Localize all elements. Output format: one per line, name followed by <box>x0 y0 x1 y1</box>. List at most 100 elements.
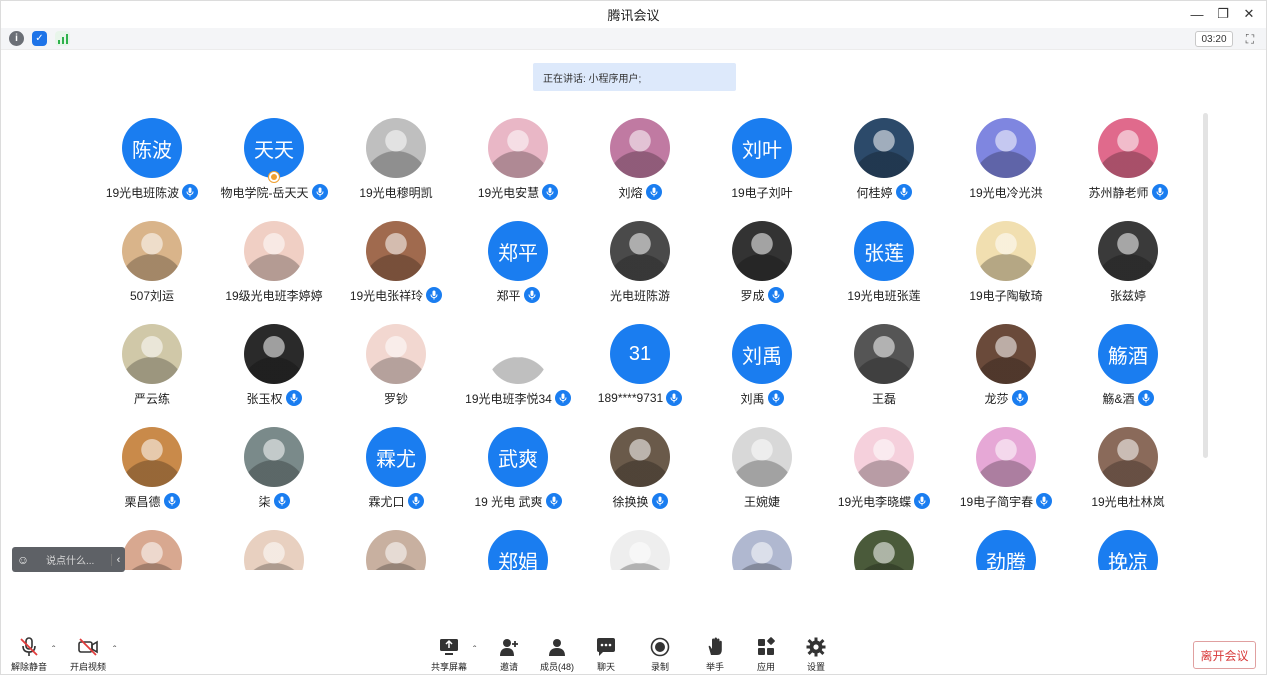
chevron-up-icon[interactable]: ˆ <box>52 645 55 656</box>
participant-tile[interactable] <box>579 523 701 570</box>
participant-tile[interactable]: 严云练 <box>91 317 213 420</box>
participant-tile[interactable]: 罗成 <box>701 214 823 317</box>
participant-tile[interactable]: 武爽 19 光电 武爽 <box>457 420 579 523</box>
avatar <box>610 530 670 570</box>
participant-tile[interactable]: 507刘运 <box>91 214 213 317</box>
participant-tile[interactable]: 苏州静老师 <box>1067 111 1181 214</box>
participant-tile[interactable]: 刘叶 19电子刘叶 <box>701 111 823 214</box>
restore-icon[interactable]: ❐ <box>1212 4 1234 24</box>
participant-tile[interactable] <box>701 523 823 570</box>
participant-name: 19电子简宇春 <box>959 494 1034 509</box>
avatar <box>122 221 182 281</box>
avatar <box>854 118 914 178</box>
participant-tile[interactable]: 19光电班李悦34 <box>457 317 579 420</box>
participant-name: 19 光电 武爽 <box>474 494 543 509</box>
share-screen-label: 共享屏幕 <box>430 662 467 672</box>
participant-tile[interactable]: 挽凉 <box>1067 523 1181 570</box>
chat-placeholder: 说点什么... <box>46 556 95 567</box>
participant-name-row: 徐换换 <box>579 492 701 510</box>
participant-name-row: 19光电穆明凯 <box>335 183 457 201</box>
participant-tile[interactable]: 刘熔 <box>579 111 701 214</box>
participant-tile[interactable]: 19电子陶敏琦 <box>945 214 1067 317</box>
participant-tile[interactable]: 张玉权 <box>213 317 335 420</box>
chevron-up-icon[interactable]: ˆ <box>113 645 116 656</box>
participant-tile[interactable]: 天天 物电学院-岳天天 <box>213 111 335 214</box>
participant-name: 19光电安慧 <box>477 185 540 200</box>
participant-tile[interactable]: 郑平 郑平 <box>457 214 579 317</box>
raise-hand-button[interactable]: 举手 <box>690 637 740 673</box>
share-screen-button[interactable]: 共享屏幕 <box>424 637 474 673</box>
participant-tile[interactable]: 劲腾 <box>945 523 1067 570</box>
apps-button[interactable]: 应用 <box>741 637 791 673</box>
avatar <box>976 324 1036 384</box>
participant-name: 刘禹 <box>740 391 765 406</box>
chevron-left-icon[interactable]: ‹ <box>111 553 125 566</box>
participant-tile[interactable]: 19光电穆明凯 <box>335 111 457 214</box>
emoji-icon[interactable]: ☺ <box>12 553 34 567</box>
participant-name: 19光电班李悦34 <box>465 391 552 406</box>
participant-tile[interactable]: 19光电安慧 <box>457 111 579 214</box>
avatar: 刘叶 <box>732 118 792 178</box>
participant-tile[interactable]: 王磊 <box>823 317 945 420</box>
participant-tile[interactable]: 刘禹 刘禹 <box>701 317 823 420</box>
minimize-icon[interactable]: — <box>1186 4 1208 24</box>
mic-icon <box>273 493 290 509</box>
invite-button[interactable]: 邀请 <box>484 637 534 673</box>
members-icon <box>549 639 565 656</box>
participant-tile[interactable]: 19级光电班李婷婷 <box>213 214 335 317</box>
close-icon[interactable]: ✕ <box>1238 4 1260 24</box>
start-video-label: 开启视频 <box>69 662 106 672</box>
avatar <box>366 118 426 178</box>
participant-name-row: 19电子刘叶 <box>701 183 823 201</box>
participant-tile[interactable]: 19光电冷光洪 <box>945 111 1067 214</box>
grid-scrollbar[interactable] <box>1203 113 1208 458</box>
participant-tile[interactable]: 张莲 19光电班张莲 <box>823 214 945 317</box>
participant-tile[interactable]: 觞酒 觞&酒 <box>1067 317 1181 420</box>
avatar <box>122 530 182 570</box>
participant-tile[interactable]: 19光电杜林岚 <box>1067 420 1181 523</box>
fullscreen-icon[interactable]: ⛶ <box>1242 31 1258 47</box>
participant-tile[interactable]: 张兹婷 <box>1067 214 1181 317</box>
signal-icon[interactable] <box>55 31 70 46</box>
avatar: 张莲 <box>854 221 914 281</box>
participant-tile[interactable]: 19光电李晓蝶 <box>823 420 945 523</box>
record-button[interactable]: 录制 <box>635 637 685 673</box>
chat-button[interactable]: 聊天 <box>581 637 631 673</box>
shield-icon[interactable]: ✓ <box>32 31 47 46</box>
participant-tile[interactable]: 光电班陈游 <box>579 214 701 317</box>
avatar: 劲腾 <box>976 530 1036 570</box>
settings-button[interactable]: 设置 <box>791 637 841 673</box>
info-icon[interactable]: i <box>9 31 24 46</box>
participant-tile[interactable]: 栗昌德 <box>91 420 213 523</box>
participant-tile[interactable]: 罗钞 <box>335 317 457 420</box>
video-off-icon <box>78 638 98 656</box>
participant-tile[interactable]: 19光电张祥玲 <box>335 214 457 317</box>
mic-icon <box>285 390 302 406</box>
avatar <box>610 118 670 178</box>
participant-tile[interactable]: 郑娟 <box>457 523 579 570</box>
leave-meeting-button[interactable]: 离开会议 <box>1193 641 1256 669</box>
participant-tile[interactable]: 霖尤 霖尤口 <box>335 420 457 523</box>
participant-name-row: 霖尤口 <box>335 492 457 510</box>
start-video-button[interactable]: 开启视频 <box>63 637 113 673</box>
window-controls: — ❐ ✕ <box>1186 4 1260 24</box>
participant-tile[interactable]: 何桂婷 <box>823 111 945 214</box>
participant-tile[interactable] <box>213 523 335 570</box>
unmute-button[interactable]: 解除静音 <box>4 637 54 673</box>
participant-tile[interactable]: 王婉婕 <box>701 420 823 523</box>
participant-tile[interactable]: 19电子简宇春 <box>945 420 1067 523</box>
participant-tile[interactable]: 徐换换 <box>579 420 701 523</box>
chevron-up-icon[interactable]: ˆ <box>473 645 476 656</box>
participant-tile[interactable]: 31 189****9731 <box>579 317 701 420</box>
members-button[interactable]: 成员(48) <box>532 637 582 673</box>
chat-quick-input[interactable]: ☺ 说点什么... ‹ <box>12 547 125 572</box>
participant-tile[interactable] <box>335 523 457 570</box>
participant-tile[interactable]: 龙莎 <box>945 317 1067 420</box>
avatar <box>976 221 1036 281</box>
avatar <box>122 427 182 487</box>
invite-label: 邀请 <box>499 662 518 672</box>
participant-tile[interactable] <box>823 523 945 570</box>
avatar <box>122 324 182 384</box>
participant-tile[interactable]: 陈波 19光电班陈波 <box>91 111 213 214</box>
participant-tile[interactable]: 柒 <box>213 420 335 523</box>
